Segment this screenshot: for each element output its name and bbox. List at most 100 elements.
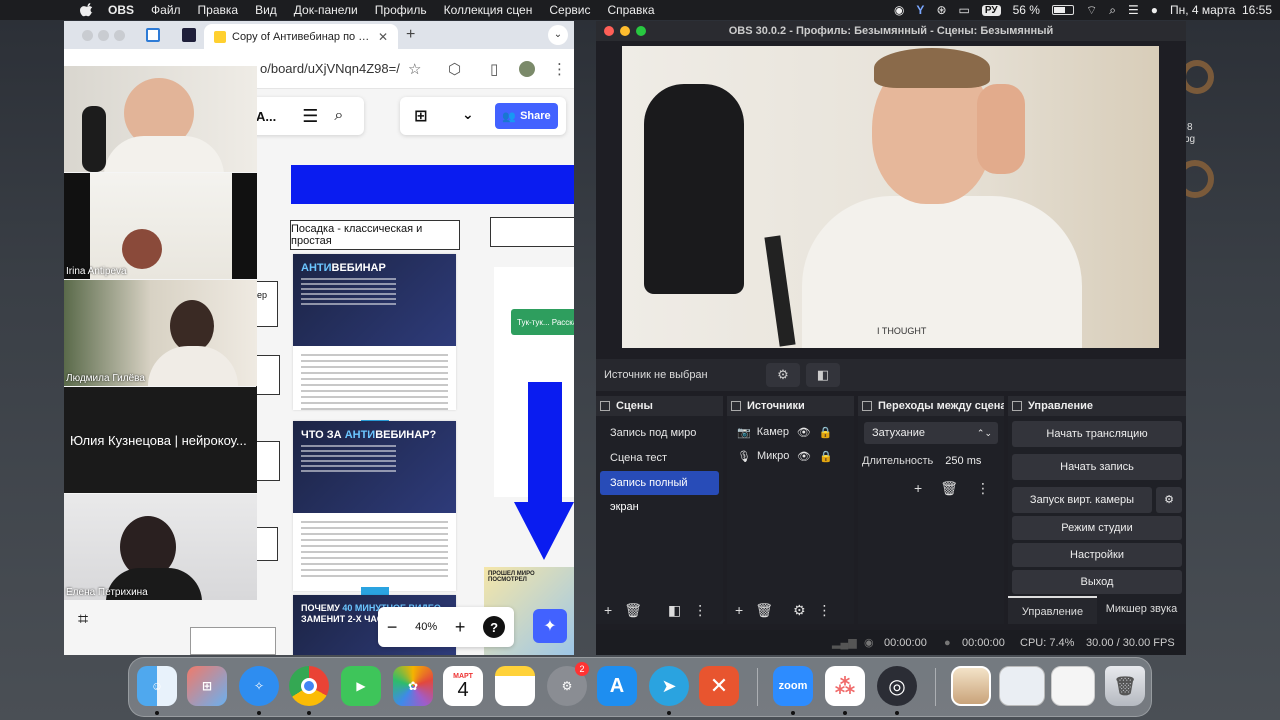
zoom-app-icon[interactable]: zoom bbox=[773, 666, 813, 706]
obs-tray-icon[interactable]: ◉ bbox=[894, 3, 904, 17]
remove-scene-trash-icon[interactable]: 🗑 bbox=[624, 602, 642, 619]
menu-app-name[interactable]: OBS bbox=[108, 3, 134, 17]
participant-tile[interactable]: Юлия Кузнецова | нейрокоу... bbox=[64, 387, 257, 493]
window-zoom-button[interactable] bbox=[114, 30, 125, 41]
bookmark-star-icon[interactable]: ☆ bbox=[408, 60, 421, 78]
zoom-out-button[interactable]: − bbox=[387, 617, 398, 638]
scene-item[interactable]: Сцена тест bbox=[600, 446, 719, 470]
visibility-eye-icon[interactable]: 👁 bbox=[797, 450, 811, 463]
zoom-in-button[interactable]: + bbox=[455, 617, 466, 638]
collapse-chevron-icon[interactable]: ⌄ bbox=[462, 106, 474, 123]
duration-spinbox[interactable]: 250 ms bbox=[939, 450, 1002, 472]
source-filters-icon[interactable]: ◧ bbox=[806, 363, 840, 387]
menu-view[interactable]: Вид bbox=[255, 3, 277, 17]
frame-fragment[interactable]: ер bbox=[256, 281, 278, 327]
obs-app-icon[interactable]: ◎ bbox=[877, 666, 917, 706]
source-properties-gear-icon[interactable]: ⚙ bbox=[793, 602, 806, 619]
vpn-icon[interactable]: ⊛ bbox=[936, 3, 946, 17]
browser-active-tab[interactable]: Copy of Антивебинар по вор ✕ bbox=[204, 24, 398, 49]
dock-undock-icon[interactable] bbox=[600, 401, 610, 411]
source-item[interactable]: 🎙 Микрофон 👁 🔒 bbox=[727, 444, 854, 468]
yandex-icon[interactable]: Y bbox=[916, 3, 924, 17]
search-icon[interactable]: ⌕ bbox=[1109, 3, 1116, 18]
dock-undock-icon[interactable] bbox=[862, 401, 872, 411]
start-recording-button[interactable]: Начать запись bbox=[1012, 454, 1182, 480]
menu-scene-collection[interactable]: Коллекция сцен bbox=[444, 3, 533, 17]
menu-docks[interactable]: Док-панели bbox=[294, 3, 358, 17]
start-streaming-button[interactable]: Начать трансляцию bbox=[1012, 421, 1182, 447]
participant-tile[interactable]: Людмила Гилёва bbox=[64, 280, 257, 386]
window-minimize-button[interactable] bbox=[98, 30, 109, 41]
new-tab-button[interactable]: + bbox=[406, 26, 415, 44]
add-source-button[interactable]: + bbox=[735, 602, 743, 618]
frames-icon[interactable]: ⌗ bbox=[78, 609, 88, 630]
finder-icon[interactable]: ☺ bbox=[137, 666, 177, 706]
frame-fragment[interactable] bbox=[256, 441, 280, 481]
source-item[interactable]: 📷 Камера 👁 🔒 bbox=[727, 420, 854, 444]
xmind-icon[interactable]: ✕ bbox=[699, 666, 739, 706]
keyboard-layout-badge[interactable]: РУ bbox=[981, 4, 1001, 16]
tab-favicon-app-icon[interactable] bbox=[182, 28, 196, 42]
trash-icon[interactable]: 🗑 bbox=[1105, 666, 1145, 706]
frame-label[interactable]: Посадка - классическая и простая bbox=[290, 220, 460, 250]
apple-menu-icon[interactable] bbox=[80, 3, 94, 17]
downloads-stack-icon[interactable] bbox=[1051, 666, 1095, 706]
window-close-button[interactable] bbox=[82, 30, 93, 41]
menu-edit[interactable]: Правка bbox=[198, 3, 239, 17]
empty-frame-shape[interactable] bbox=[490, 217, 574, 247]
window-minimize-button[interactable] bbox=[620, 26, 630, 36]
settings-button[interactable]: Настройки bbox=[1012, 543, 1182, 567]
wifi-icon[interactable]: ⌔ bbox=[1086, 3, 1097, 18]
transition-more-icon[interactable]: ⋮ bbox=[976, 480, 990, 497]
menu-profile[interactable]: Профиль bbox=[375, 3, 427, 17]
tab-controls[interactable]: Управление bbox=[1008, 596, 1097, 624]
airplay-icon[interactable]: ▭ bbox=[959, 3, 970, 17]
notes-icon[interactable] bbox=[495, 666, 535, 706]
obs-preview[interactable]: I THOUGHT bbox=[622, 46, 1159, 348]
participant-tile[interactable]: Irina Antipeva bbox=[64, 173, 257, 279]
content-card-1[interactable]: АНТИВЕБИНАР bbox=[293, 254, 456, 428]
battery-icon[interactable] bbox=[1051, 5, 1074, 15]
search-icon[interactable]: ⌕ bbox=[334, 107, 343, 125]
calendar-icon[interactable]: МАРТ 4 bbox=[443, 666, 483, 706]
studio-mode-button[interactable]: Режим студии bbox=[1012, 516, 1182, 540]
lock-icon[interactable]: 🔒 bbox=[819, 426, 833, 439]
tab-close-icon[interactable]: ✕ bbox=[378, 30, 388, 44]
green-sticky[interactable]: Тук-тук... Расскажи bbox=[511, 309, 574, 335]
browser-menu-icon[interactable]: ⋮ bbox=[552, 60, 567, 78]
asana-icon[interactable]: ⁂ bbox=[825, 666, 865, 706]
ai-sparkle-button[interactable]: ✦ bbox=[533, 609, 567, 643]
content-card-2[interactable]: ЧТО ЗА АНТИВЕБИНАР? bbox=[293, 421, 456, 595]
scene-filters-icon[interactable]: ◧ bbox=[668, 602, 681, 619]
telegram-icon[interactable]: ➤ bbox=[649, 666, 689, 706]
launchpad-icon[interactable]: ⊞ bbox=[187, 666, 227, 706]
source-properties-gear-icon[interactable]: ⚙ bbox=[766, 363, 800, 387]
window-zoom-button[interactable] bbox=[636, 26, 646, 36]
add-scene-button[interactable]: + bbox=[604, 602, 612, 618]
frame-fragment[interactable] bbox=[256, 527, 278, 561]
dock-undock-icon[interactable] bbox=[731, 401, 741, 411]
scene-item-selected[interactable]: Запись полный экран bbox=[600, 471, 719, 513]
url-text[interactable]: o/board/uXjVNqn4Z98=/ bbox=[260, 61, 400, 76]
window-close-button[interactable] bbox=[604, 26, 614, 36]
participant-tile[interactable]: Елена Петрихина bbox=[64, 494, 257, 600]
exit-button[interactable]: Выход bbox=[1012, 570, 1182, 594]
recent-window-thumbnail[interactable] bbox=[999, 666, 1045, 706]
app-store-icon[interactable]: A bbox=[597, 666, 637, 706]
board-name[interactable]: A... bbox=[256, 109, 276, 124]
participant-tile[interactable] bbox=[64, 66, 257, 172]
siri-icon[interactable]: ● bbox=[1151, 3, 1158, 17]
share-button[interactable]: 👥 Share bbox=[495, 103, 558, 129]
tab-search-chevron-down-icon[interactable]: ⌄ bbox=[548, 25, 568, 45]
chrome-icon[interactable] bbox=[289, 666, 329, 706]
menu-datetime[interactable]: Пн, 4 марта 16:55 bbox=[1170, 3, 1272, 17]
facetime-icon[interactable]: ▶ bbox=[341, 666, 381, 706]
photos-icon[interactable]: ✿ bbox=[393, 666, 433, 706]
tab-audio-mixer[interactable]: Микшер звука bbox=[1097, 596, 1186, 624]
side-panel-icon[interactable]: ▯ bbox=[490, 60, 498, 78]
hamburger-menu-icon[interactable]: ☰ bbox=[302, 106, 318, 127]
frame-fragment[interactable] bbox=[256, 355, 280, 395]
safari-icon[interactable]: ✧ bbox=[239, 666, 279, 706]
recent-photo-thumbnail[interactable] bbox=[951, 666, 991, 706]
profile-avatar[interactable] bbox=[519, 61, 535, 77]
